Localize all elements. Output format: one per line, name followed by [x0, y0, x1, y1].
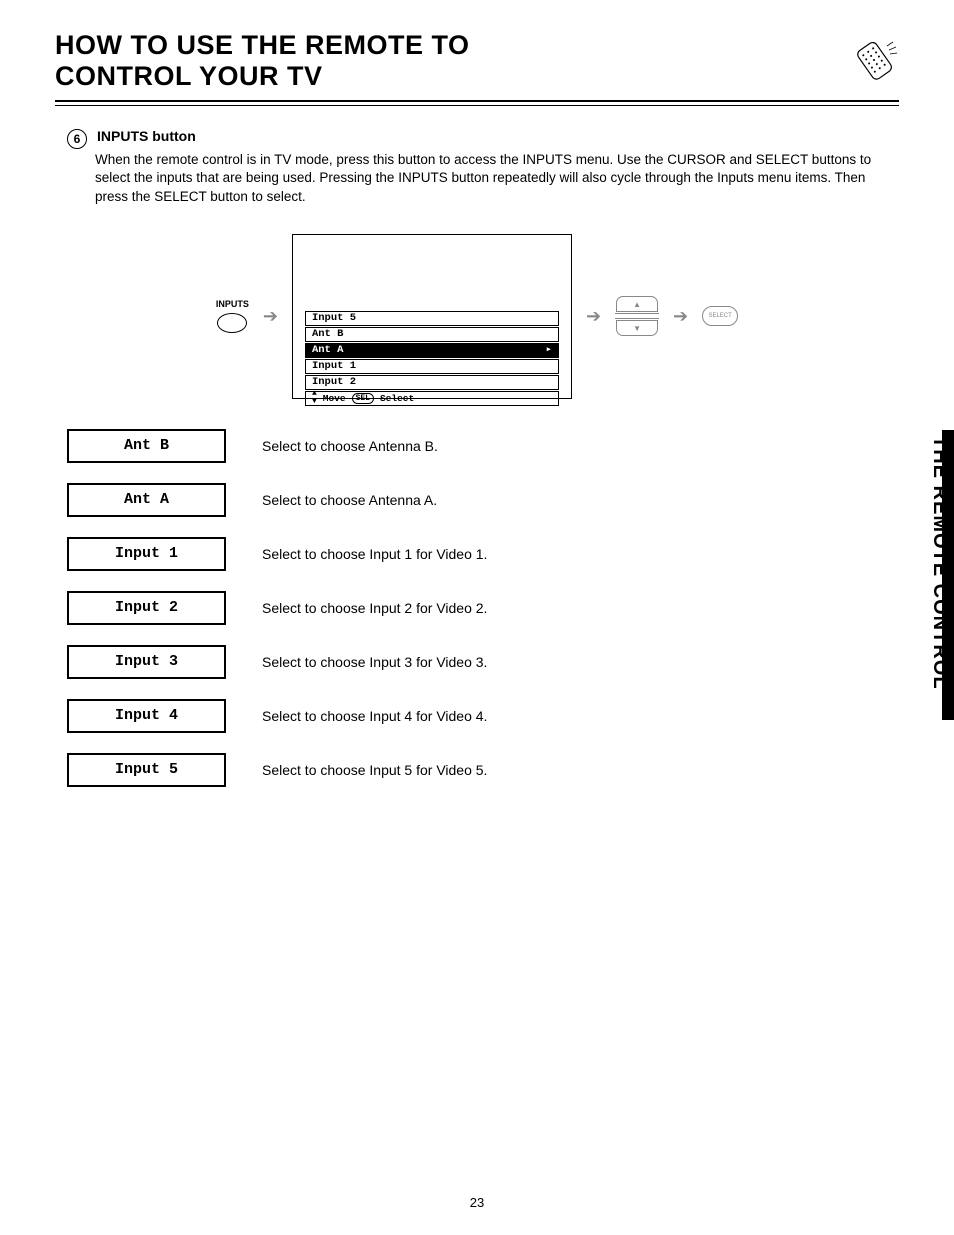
- option-box: Input 4: [67, 699, 226, 733]
- option-desc: Select to choose Input 5 for Video 5.: [262, 762, 487, 778]
- option-box: Ant B: [67, 429, 226, 463]
- option-row: Ant A Select to choose Antenna A.: [67, 483, 899, 517]
- option-box: Input 3: [67, 645, 226, 679]
- option-list: Ant B Select to choose Antenna B. Ant A Sel…: [67, 429, 899, 787]
- menu-item: Input 1: [305, 359, 559, 374]
- option-desc: Select to choose Antenna A.: [262, 492, 437, 508]
- option-desc: Select to choose Antenna B.: [262, 438, 438, 454]
- option-row: Input 5 Select to choose Input 5 for Vide…: [67, 753, 899, 787]
- option-desc: Select to choose Input 1 for Video 1.: [262, 546, 487, 562]
- flow-diagram: INPUTS ➔ Input 5Ant BAnt A▸Input 1Input …: [55, 234, 899, 399]
- divider: [55, 100, 899, 102]
- inputs-button-icon: [217, 313, 247, 333]
- arrow-icon: ➔: [673, 306, 688, 327]
- option-row: Input 3 Select to choose Input 3 for Vide…: [67, 645, 899, 679]
- menu-item: Ant B: [305, 327, 559, 342]
- side-tab-bar: [942, 430, 954, 720]
- option-row: Input 2 Select to choose Input 2 for Vide…: [67, 591, 899, 625]
- arrow-icon: ➔: [263, 306, 278, 327]
- section-body: When the remote control is in TV mode, p…: [95, 151, 899, 206]
- inputs-button-graphic: INPUTS: [216, 299, 249, 333]
- option-desc: Select to choose Input 2 for Video 2.: [262, 600, 487, 616]
- option-desc: Select to choose Input 3 for Video 3.: [262, 654, 487, 670]
- menu-item: Input 5: [305, 311, 559, 326]
- option-row: Input 1 Select to choose Input 1 for Vide…: [67, 537, 899, 571]
- section-title: INPUTS button: [97, 128, 196, 144]
- option-box: Input 1: [67, 537, 226, 571]
- select-button-icon: SELECT: [702, 306, 738, 326]
- cursor-updown-icon: ▲ ▼: [615, 296, 659, 336]
- menu-item: Ant A▸: [305, 343, 559, 358]
- option-box: Input 5: [67, 753, 226, 787]
- option-row: Ant B Select to choose Antenna B.: [67, 429, 899, 463]
- remote-icon: [849, 40, 899, 85]
- inputs-button-label: INPUTS: [216, 299, 249, 309]
- option-box: Input 2: [67, 591, 226, 625]
- divider: [55, 105, 899, 106]
- option-desc: Select to choose Input 4 for Video 4.: [262, 708, 487, 724]
- option-box: Ant A: [67, 483, 226, 517]
- arrow-icon: ➔: [586, 306, 601, 327]
- step-number: 6: [67, 129, 87, 149]
- menu-footer: ▲▼MoveSELSelect: [305, 391, 559, 406]
- page-title: HOW TO USE THE REMOTE TO CONTROL YOUR TV: [55, 30, 555, 92]
- page-number: 23: [0, 1195, 954, 1210]
- option-row: Input 4 Select to choose Input 4 for Vide…: [67, 699, 899, 733]
- menu-item: Input 2: [305, 375, 559, 390]
- tv-screen: Input 5Ant BAnt A▸Input 1Input 2▲▼MoveSE…: [292, 234, 572, 399]
